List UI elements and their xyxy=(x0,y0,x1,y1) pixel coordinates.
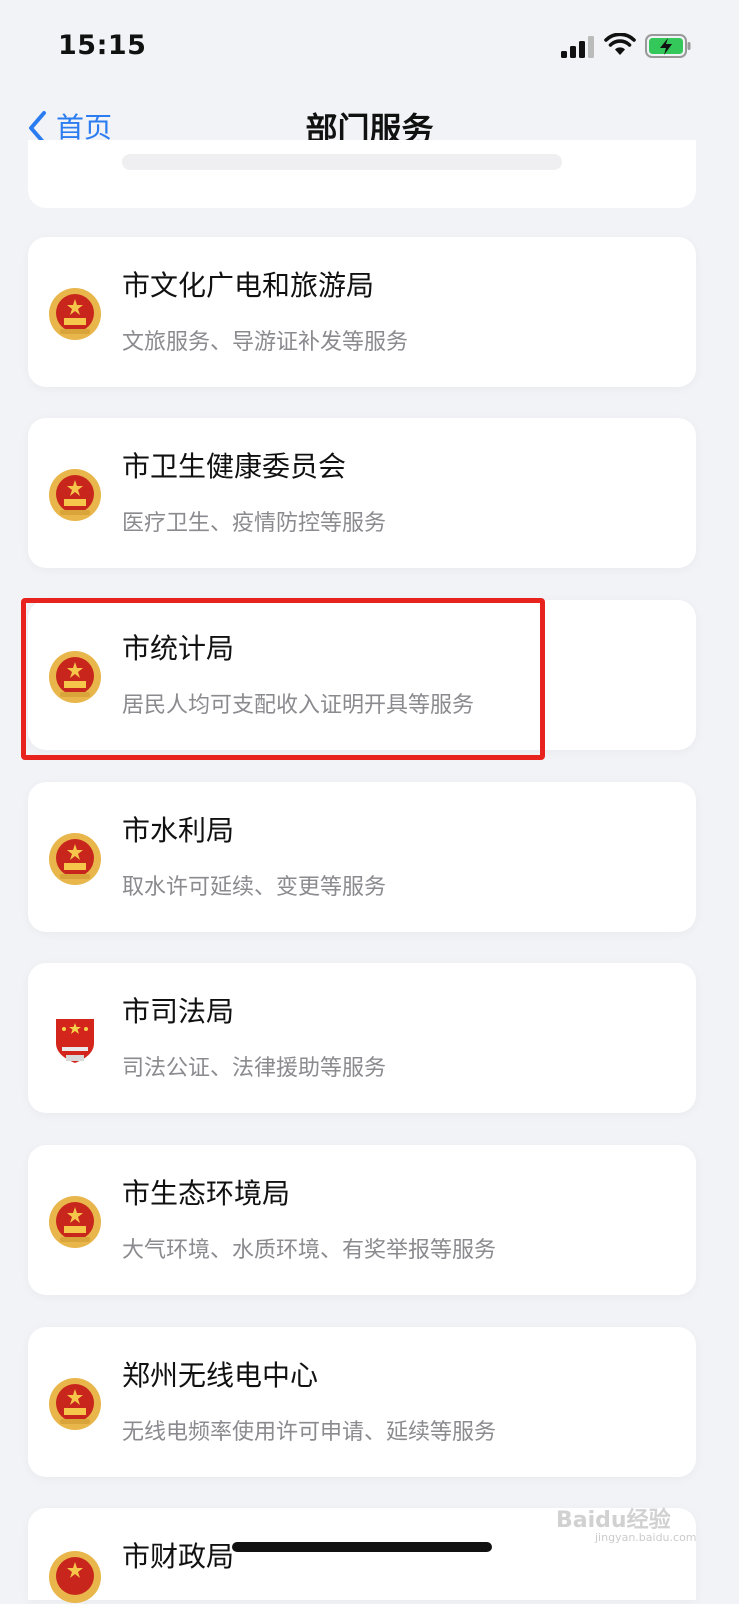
department-name: 市卫生健康委员会 xyxy=(122,450,347,483)
department-description: 司法公证、法律援助等服务 xyxy=(122,1056,387,1081)
department-card[interactable]: 市文化广电和旅游局 文旅服务、导游证补发等服务 xyxy=(28,237,696,387)
department-description: 居民人均可支配收入证明开具等服务 xyxy=(122,693,475,718)
department-card[interactable]: 市水利局 取水许可延续、变更等服务 xyxy=(28,782,696,932)
watermark-url: jingyan.baidu.com xyxy=(595,1531,697,1544)
home-indicator xyxy=(232,1542,492,1552)
department-card[interactable]: 市生态环境局 大气环境、水质环境、有奖举报等服务 xyxy=(28,1145,696,1295)
status-bar: 15:15 xyxy=(0,0,739,92)
department-name: 郑州无线电中心 xyxy=(122,1359,319,1392)
national-emblem-icon xyxy=(49,1551,101,1603)
department-description: 文旅服务、导游证补发等服务 xyxy=(122,330,409,355)
national-emblem-icon xyxy=(49,1378,101,1430)
department-name: 市水利局 xyxy=(122,814,235,847)
department-name: 市文化广电和旅游局 xyxy=(122,269,375,302)
department-description: 取水许可延续、变更等服务 xyxy=(122,875,387,900)
national-emblem-icon xyxy=(49,469,101,521)
battery-charging-icon xyxy=(645,34,691,58)
department-name: 市生态环境局 xyxy=(122,1177,291,1210)
national-emblem-icon xyxy=(49,1196,101,1248)
wifi-icon xyxy=(604,33,636,55)
cellular-signal-icon xyxy=(561,36,594,58)
department-card[interactable]: 郑州无线电中心 无线电频率使用许可申请、延续等服务 xyxy=(28,1327,696,1477)
partial-card[interactable] xyxy=(28,140,696,208)
department-name: 市司法局 xyxy=(122,995,235,1028)
watermark: Baidu经验 xyxy=(556,1508,671,1533)
department-description: 医疗卫生、疫情防控等服务 xyxy=(122,511,387,536)
department-name: 市统计局 xyxy=(122,632,235,665)
department-name: 市财政局 xyxy=(122,1540,235,1573)
justice-emblem-icon xyxy=(56,1019,94,1063)
department-card[interactable]: 市司法局 司法公证、法律援助等服务 xyxy=(28,963,696,1113)
national-emblem-icon xyxy=(49,833,101,885)
department-card-highlighted[interactable]: 市统计局 居民人均可支配收入证明开具等服务 xyxy=(28,600,696,750)
national-emblem-icon xyxy=(49,651,101,703)
clipped-text xyxy=(122,154,562,170)
department-card[interactable]: 市卫生健康委员会 医疗卫生、疫情防控等服务 xyxy=(28,418,696,568)
department-description: 无线电频率使用许可申请、延续等服务 xyxy=(122,1420,497,1445)
department-description: 大气环境、水质环境、有奖举报等服务 xyxy=(122,1238,497,1263)
national-emblem-icon xyxy=(49,288,101,340)
status-time: 15:15 xyxy=(58,30,147,61)
